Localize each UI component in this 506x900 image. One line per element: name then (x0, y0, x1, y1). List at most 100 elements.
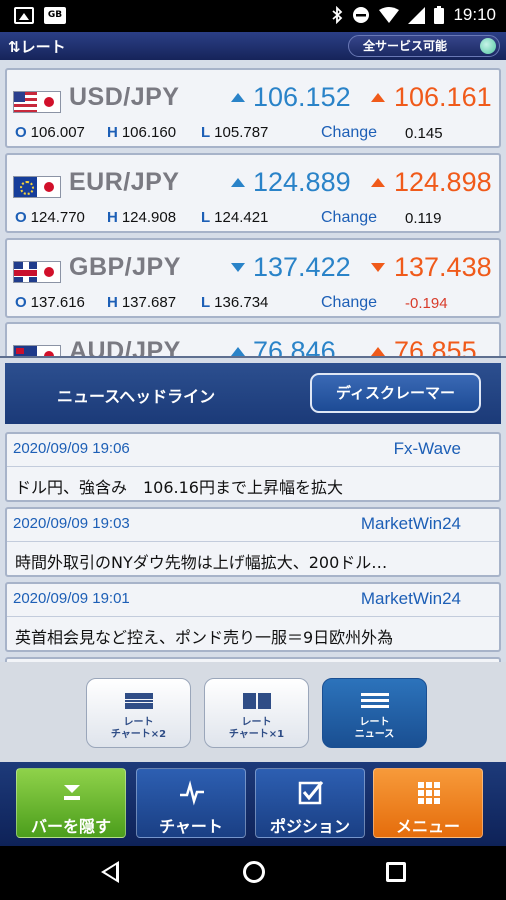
low-value: L 105.787 (201, 124, 269, 141)
news-headline: 時間外取引のNYダウ先物は上げ幅拡大、200ドル… (15, 553, 388, 572)
rate-row-gbpjpy[interactable]: GBP/JPY 137.422 137.438 O 137.616 H 137.68… (5, 238, 501, 318)
layout-label-line2: チャート×2 (110, 729, 167, 740)
rate-row-audjpy[interactable]: AUD/JPY 76.846 76.855 (5, 322, 501, 356)
clock: 19:10 (453, 5, 496, 24)
home-icon[interactable] (243, 861, 265, 883)
change-label: Change (321, 124, 378, 141)
page-title: ⇅レート (8, 38, 66, 56)
news-date: 2020/09/09 19:01 (13, 590, 130, 607)
rate-row-usdjpy[interactable]: USD/JPY 106.152 106.161 O 106.007 H 106.16… (5, 68, 501, 148)
position-button[interactable]: ポジション (255, 768, 365, 838)
bid-price[interactable]: 137.422 (253, 252, 351, 283)
chart-button[interactable]: チャート (136, 768, 246, 838)
ask-price[interactable]: 106.161 (394, 82, 492, 113)
eur-jpy-flag-icon (13, 176, 61, 198)
disclaimer-button[interactable]: ディスクレーマー (310, 373, 481, 413)
layout-x2-icon (125, 693, 153, 709)
bid-up-arrow-icon (231, 347, 245, 356)
bottom-toolbar: バーを隠す チャート ポジション メニュー (0, 762, 506, 846)
change-label: Change (321, 209, 378, 226)
currency-pair: AUD/JPY (69, 337, 181, 356)
news-panel: ニュースヘッドライン ディスクレーマー 2020/09/09 19:06 Fx-… (0, 356, 506, 662)
news-item[interactable]: 2020/09/09 19:01 MarketWin24 英首相会見など控え、ポ… (5, 582, 501, 652)
recent-apps-icon[interactable] (386, 862, 406, 882)
app-header: ⇅レート 全サービス可能 (0, 32, 506, 60)
gb-icon: GB (44, 7, 66, 24)
status-indicator-icon (480, 38, 496, 54)
grid-menu-icon (418, 782, 440, 804)
layout-news-icon (361, 693, 389, 709)
bluetooth-icon (332, 6, 343, 24)
bid-price[interactable]: 106.152 (253, 82, 351, 113)
open-value: O 106.007 (15, 124, 85, 141)
rate-row-eurjpy[interactable]: EUR/JPY 124.889 124.898 O 124.770 H 124.90… (5, 153, 501, 233)
battery-icon (434, 6, 445, 24)
layout-rate-chart-x1-button[interactable]: レート チャート×1 (204, 678, 309, 748)
news-source: MarketWin24 (360, 514, 461, 533)
layout-x1-icon (243, 693, 271, 709)
menu-button[interactable]: メニュー (373, 768, 483, 838)
open-value: O 137.616 (15, 294, 85, 311)
ask-up-arrow-icon (371, 178, 385, 187)
news-source: Fx-Wave (393, 439, 461, 458)
gbp-jpy-flag-icon (13, 261, 61, 283)
divider (7, 616, 499, 617)
news-item[interactable]: 2020/09/09 19:03 MarketWin24 時間外取引のNYダウ先… (5, 507, 501, 577)
ask-down-arrow-icon (371, 263, 385, 272)
news-header: ニュースヘッドライン ディスクレーマー (5, 363, 501, 424)
wifi-icon (379, 7, 400, 23)
layout-rate-news-button[interactable]: レート ニュース (322, 678, 427, 748)
usd-jpy-flag-icon (13, 91, 61, 113)
bid-price[interactable]: 124.889 (253, 167, 351, 198)
ask-up-arrow-icon (371, 93, 385, 102)
hide-bar-button[interactable]: バーを隠す (16, 768, 126, 838)
position-label: ポジション (269, 817, 350, 836)
checkbox-icon (298, 781, 324, 805)
news-item[interactable]: 2020/09/09 19:06 Fx-Wave ドル円、強含み 106.16円… (5, 432, 501, 502)
layout-label-line2: チャート×1 (228, 729, 285, 740)
ask-price[interactable]: 124.898 (394, 167, 492, 198)
layout-switcher: レート チャート×2 レート チャート×1 レート ニュース (0, 662, 506, 762)
system-nav-bar (0, 846, 506, 900)
news-date: 2020/09/09 19:06 (13, 440, 130, 457)
image-icon (14, 7, 34, 24)
status-bar: GB 19:10 (0, 0, 506, 32)
news-headline: ドル円、強含み 106.16円まで上昇幅を拡大 (15, 478, 343, 497)
bid-down-arrow-icon (231, 263, 245, 272)
bid-price[interactable]: 76.846 (253, 336, 336, 356)
menu-label: メニュー (395, 817, 460, 836)
news-headline: 英首相会見など控え、ポンド売り一服＝9日欧州外為 (15, 628, 394, 647)
currency-pair: GBP/JPY (69, 253, 181, 281)
ask-price[interactable]: 137.438 (394, 252, 492, 283)
layout-label-line1: レート (359, 717, 390, 728)
chart-line-icon (180, 780, 204, 806)
high-value: H 124.908 (107, 209, 177, 226)
bid-up-arrow-icon (231, 93, 245, 102)
chart-label: チャート (159, 817, 223, 836)
change-value: 0.145 (405, 125, 443, 142)
back-icon[interactable] (101, 861, 119, 883)
divider (7, 466, 499, 467)
currency-pair: USD/JPY (69, 83, 180, 111)
rate-list[interactable]: USD/JPY 106.152 106.161 O 106.007 H 106.16… (0, 60, 506, 356)
signal-icon (408, 6, 426, 24)
change-value: 0.119 (405, 210, 442, 227)
news-date: 2020/09/09 19:03 (13, 515, 130, 532)
service-status-badge[interactable]: 全サービス可能 (348, 35, 500, 57)
news-source: MarketWin24 (360, 589, 461, 608)
low-value: L 124.421 (201, 209, 269, 226)
currency-pair: EUR/JPY (69, 168, 180, 196)
layout-label-line1: レート (241, 717, 272, 728)
change-value: -0.194 (405, 295, 448, 312)
news-title: ニュースヘッドライン (57, 387, 216, 406)
hide-bar-label: バーを隠す (30, 817, 111, 836)
low-value: L 136.734 (201, 294, 269, 311)
aud-jpy-flag-icon (13, 345, 61, 356)
layout-label-line2: ニュース (354, 729, 395, 740)
layout-rate-chart-x2-button[interactable]: レート チャート×2 (86, 678, 191, 748)
high-value: H 137.687 (107, 294, 177, 311)
ask-price[interactable]: 76.855 (394, 336, 477, 356)
divider (7, 541, 499, 542)
open-value: O 124.770 (15, 209, 85, 226)
layout-label-line1: レート (123, 717, 154, 728)
